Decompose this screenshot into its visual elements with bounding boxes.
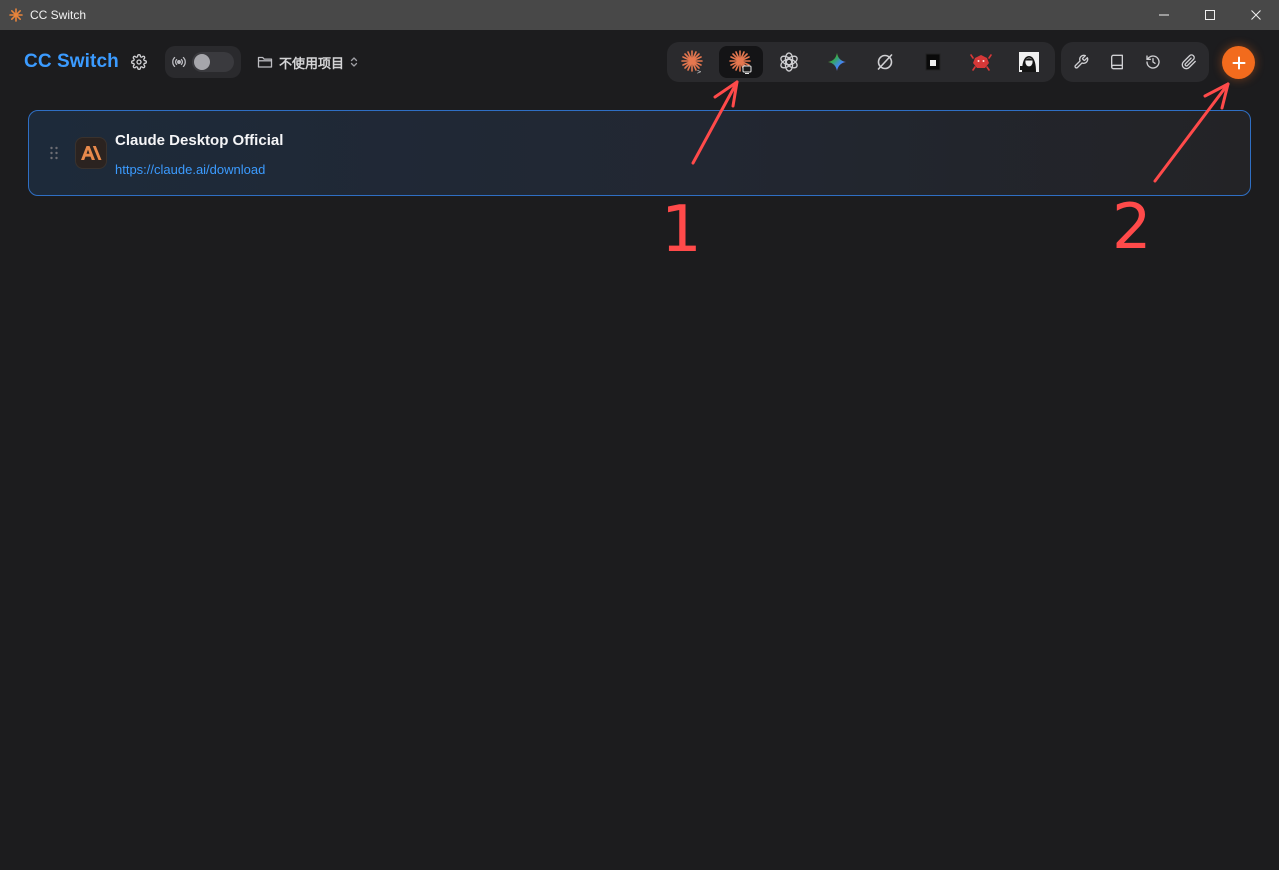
provider-name: Claude Desktop Official bbox=[115, 132, 284, 149]
wrench-icon bbox=[1074, 54, 1089, 69]
app-tab-claude-code[interactable]: >_ bbox=[671, 46, 715, 78]
provider-card[interactable]: Claude Desktop Official https://claude.a… bbox=[28, 110, 1251, 196]
tools-button[interactable] bbox=[1071, 52, 1091, 72]
app-tab-gemini[interactable] bbox=[815, 46, 859, 78]
square-icon bbox=[925, 53, 941, 71]
window-titlebar: CC Switch bbox=[0, 0, 1279, 30]
claude-code-icon: >_ bbox=[681, 50, 706, 75]
app-tab-opencode[interactable] bbox=[863, 46, 907, 78]
close-icon bbox=[1251, 10, 1261, 20]
annotation-label-1: 1 bbox=[661, 193, 702, 267]
app-logo-icon bbox=[9, 8, 23, 22]
portrait-icon bbox=[1019, 52, 1039, 72]
proxy-toggle[interactable] bbox=[192, 52, 234, 72]
maximize-icon bbox=[1205, 10, 1215, 20]
broadcast-icon bbox=[172, 56, 186, 68]
annotation-label-2: 2 bbox=[1112, 190, 1151, 263]
app-switcher: >_ bbox=[667, 42, 1055, 82]
provider-url-link[interactable]: https://claude.ai/download bbox=[115, 162, 265, 177]
app-tab-claude-desktop[interactable] bbox=[719, 46, 763, 78]
history-icon bbox=[1146, 55, 1160, 69]
settings-button[interactable] bbox=[129, 52, 149, 72]
minimize-icon bbox=[1159, 14, 1169, 16]
close-button[interactable] bbox=[1233, 0, 1279, 30]
toggle-knob bbox=[194, 54, 210, 70]
app-tab-codex[interactable] bbox=[767, 46, 811, 78]
chevron-updown-icon bbox=[350, 57, 358, 67]
add-provider-button[interactable] bbox=[1222, 46, 1255, 79]
crab-icon bbox=[970, 54, 992, 71]
proxy-toggle-group bbox=[165, 46, 241, 78]
gear-icon bbox=[131, 54, 147, 70]
gemini-icon bbox=[828, 53, 846, 71]
anthropic-icon bbox=[81, 146, 102, 160]
svg-text:>_: >_ bbox=[697, 68, 706, 75]
attachments-button[interactable] bbox=[1179, 52, 1199, 72]
claude-desktop-icon bbox=[729, 50, 752, 74]
window-title: CC Switch bbox=[30, 8, 87, 22]
circle-slash-icon bbox=[877, 54, 893, 70]
app-tab-terminal[interactable] bbox=[911, 46, 955, 78]
app-tab-avatar[interactable] bbox=[1007, 46, 1051, 78]
folder-icon bbox=[257, 56, 273, 68]
brand-title: CC Switch bbox=[24, 51, 119, 72]
book-icon bbox=[1111, 54, 1123, 70]
provider-avatar bbox=[75, 137, 107, 169]
paperclip-icon bbox=[1181, 54, 1196, 70]
plus-icon bbox=[1232, 56, 1245, 69]
openai-icon bbox=[780, 52, 798, 72]
tools-group bbox=[1061, 42, 1209, 82]
project-selector[interactable]: 不使用项目 bbox=[257, 52, 358, 72]
minimize-button[interactable] bbox=[1141, 0, 1187, 30]
drag-handle-icon[interactable] bbox=[49, 146, 59, 160]
history-button[interactable] bbox=[1143, 52, 1163, 72]
app-tab-crab[interactable] bbox=[959, 46, 1003, 78]
docs-button[interactable] bbox=[1107, 52, 1127, 72]
project-selector-label: 不使用项目 bbox=[279, 55, 345, 71]
maximize-button[interactable] bbox=[1187, 0, 1233, 30]
